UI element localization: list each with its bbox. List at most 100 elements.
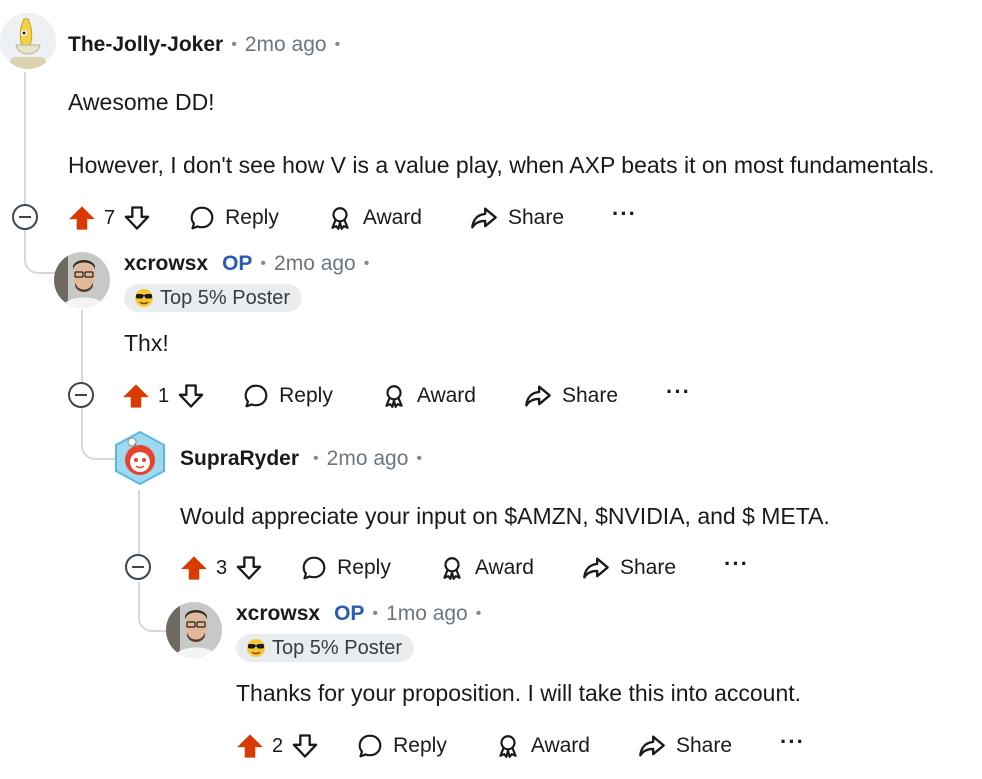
sunglasses-emoji-icon xyxy=(247,639,265,657)
thread-line-3 xyxy=(138,490,140,554)
avatar[interactable] xyxy=(166,602,222,658)
collapse-minus-icon[interactable] xyxy=(68,382,94,408)
thread-line-root xyxy=(24,72,26,204)
award-ribbon-icon xyxy=(439,555,465,581)
reply-button[interactable]: Reply xyxy=(189,205,279,231)
separator-dot: • xyxy=(363,255,370,272)
username[interactable]: xcrowsx xyxy=(236,602,320,626)
share-label: Share xyxy=(507,206,565,229)
username[interactable]: SupraRyder xyxy=(180,447,299,471)
reply-button[interactable]: Reply xyxy=(357,733,447,759)
user-photo-avatar-icon xyxy=(166,602,222,658)
vote-count: 7 xyxy=(104,206,116,229)
op-badge: OP xyxy=(334,602,365,625)
reply-button[interactable]: Reply xyxy=(243,383,333,409)
comment-action-bar: 3 Reply Award Share ··· xyxy=(180,548,749,588)
separator-dot: • xyxy=(313,450,319,467)
speech-bubble-icon xyxy=(301,555,327,581)
downvote-arrow-icon[interactable] xyxy=(177,382,205,410)
reply-label: Reply xyxy=(337,556,391,579)
timestamp[interactable]: 2mo ago xyxy=(327,447,409,471)
comment-body-line: However, I don't see how V is a value pl… xyxy=(68,152,935,178)
share-button[interactable]: Share xyxy=(638,732,732,760)
share-label: Share xyxy=(561,384,619,407)
reply-label: Reply xyxy=(225,206,279,229)
username[interactable]: xcrowsx xyxy=(124,252,208,276)
comment-body-line: Thanks for your proposition. I will take… xyxy=(236,680,802,706)
thread-elbow-1 xyxy=(24,230,58,274)
avatar[interactable] xyxy=(0,13,56,69)
downvote-arrow-icon[interactable] xyxy=(235,554,263,582)
share-arrow-icon xyxy=(638,732,666,760)
reply-label: Reply xyxy=(393,734,447,757)
comment-body-line: Would appreciate your input on $AMZN, $N… xyxy=(180,503,830,529)
upvote-arrow-icon[interactable] xyxy=(122,382,150,410)
flair-label: Top 5% Poster xyxy=(160,286,291,309)
award-label: Award xyxy=(530,734,590,757)
share-button[interactable]: Share xyxy=(582,554,676,582)
timestamp[interactable]: 2mo ago xyxy=(245,33,327,57)
separator-dot: • xyxy=(260,255,267,272)
user-flair: Top 5% Poster xyxy=(236,634,415,662)
speech-bubble-icon xyxy=(357,733,383,759)
op-badge: OP xyxy=(222,252,253,275)
comment-action-bar: 7 Reply Award Share ··· xyxy=(68,198,637,238)
speech-bubble-icon xyxy=(189,205,215,231)
vote-count: 2 xyxy=(272,734,284,757)
comment-header: SupraRyder • 2mo ago • xyxy=(180,447,422,471)
award-ribbon-icon xyxy=(495,733,521,759)
share-arrow-icon xyxy=(470,204,498,232)
separator-dot: • xyxy=(334,36,341,53)
reply-button[interactable]: Reply xyxy=(301,555,391,581)
share-button[interactable]: Share xyxy=(470,204,564,232)
more-options-button[interactable]: ··· xyxy=(612,203,637,233)
upvote-arrow-icon[interactable] xyxy=(68,204,96,232)
timestamp[interactable]: 1mo ago xyxy=(386,602,468,626)
vote-group: 7 xyxy=(68,204,151,232)
user-flair: Top 5% Poster xyxy=(124,284,303,312)
avatar[interactable] xyxy=(112,430,168,486)
upvote-arrow-icon[interactable] xyxy=(236,732,264,760)
collapse-minus-icon[interactable] xyxy=(125,554,151,580)
more-options-button[interactable]: ··· xyxy=(666,381,691,411)
speech-bubble-icon xyxy=(243,383,269,409)
comment-body-line: Thx! xyxy=(124,330,169,356)
share-label: Share xyxy=(675,734,733,757)
award-button[interactable]: Award xyxy=(381,383,476,409)
award-label: Award xyxy=(416,384,476,407)
share-label: Share xyxy=(619,556,677,579)
thread-line-2 xyxy=(81,310,83,382)
vote-group: 2 xyxy=(236,732,319,760)
downvote-arrow-icon[interactable] xyxy=(291,732,319,760)
thread-elbow-3 xyxy=(138,582,170,632)
share-arrow-icon xyxy=(524,382,552,410)
separator-dot: • xyxy=(416,450,422,467)
reply-label: Reply xyxy=(279,384,333,407)
separator-dot: • xyxy=(475,605,482,622)
vote-group: 3 xyxy=(180,554,263,582)
sunglasses-emoji-icon xyxy=(135,289,153,307)
award-button[interactable]: Award xyxy=(439,555,534,581)
comment-action-bar: 1 Reply Award Share ··· xyxy=(122,376,691,416)
flair-label: Top 5% Poster xyxy=(272,636,403,659)
comment-action-bar: 2 Reply Award Share ··· xyxy=(236,726,805,766)
timestamp[interactable]: 2mo ago xyxy=(274,252,356,276)
user-photo-avatar-icon xyxy=(54,252,110,308)
vote-group: 1 xyxy=(122,382,205,410)
award-button[interactable]: Award xyxy=(327,205,422,231)
collapse-minus-icon[interactable] xyxy=(12,204,38,230)
comment-body-line: Awesome DD! xyxy=(68,89,215,115)
avatar[interactable] xyxy=(54,252,110,308)
more-options-button[interactable]: ··· xyxy=(780,731,805,761)
more-options-button[interactable]: ··· xyxy=(724,553,749,583)
banana-avatar-icon xyxy=(0,13,56,69)
comment-header: xcrowsx OP • 1mo ago • xyxy=(236,602,481,626)
separator-dot: • xyxy=(231,36,237,53)
award-button[interactable]: Award xyxy=(495,733,590,759)
award-ribbon-icon xyxy=(327,205,353,231)
share-arrow-icon xyxy=(582,554,610,582)
share-button[interactable]: Share xyxy=(524,382,618,410)
upvote-arrow-icon[interactable] xyxy=(180,554,208,582)
downvote-arrow-icon[interactable] xyxy=(123,204,151,232)
username[interactable]: The-Jolly-Joker xyxy=(68,33,223,57)
